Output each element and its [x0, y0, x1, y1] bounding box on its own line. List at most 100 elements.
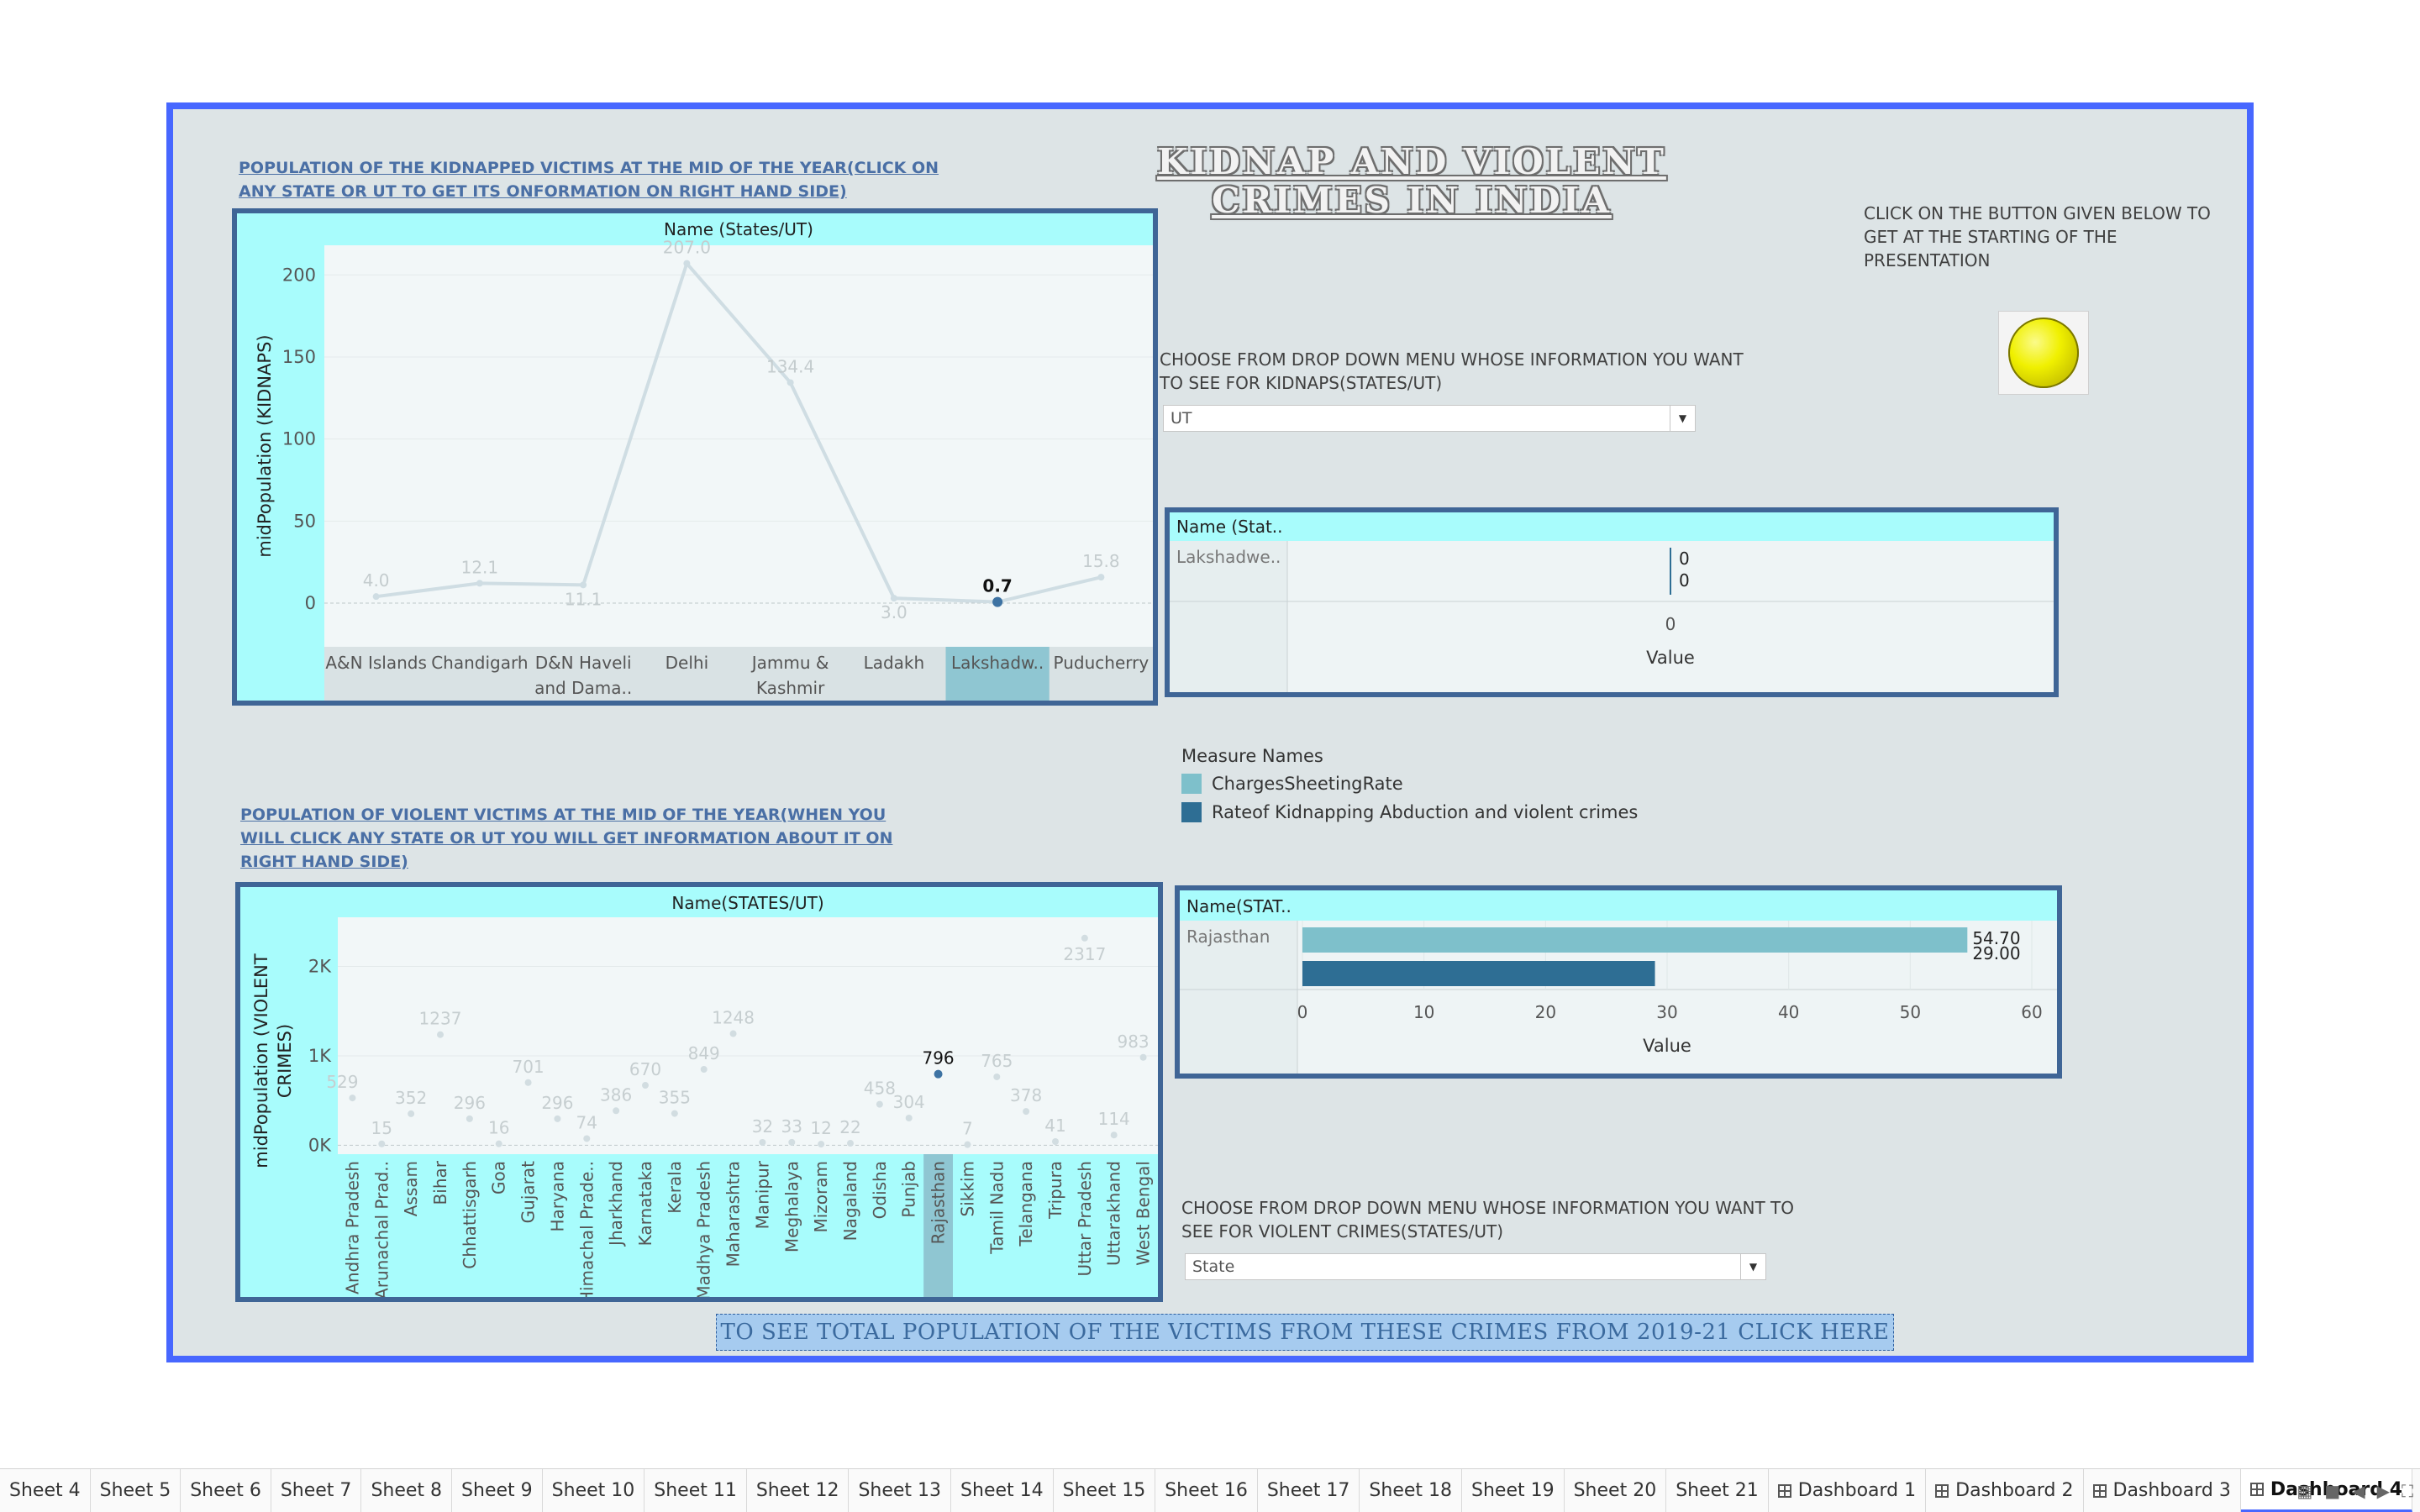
data-point: [671, 1110, 678, 1117]
sheet-tab[interactable]: Dashboard 1: [1769, 1469, 1927, 1512]
violent-detail-bar-chart[interactable]: Name(STAT..Rajasthan0 10 20 30 40 50 6054.7029…: [1180, 890, 2057, 1074]
fullscreen-icon[interactable]: ⛶: [2402, 1481, 2413, 1501]
sheet-tab-label: Sheet 12: [755, 1480, 839, 1501]
start-button[interactable]: [1998, 311, 2089, 395]
bar: [1302, 961, 1655, 986]
x-tick-label: 40: [1778, 1002, 1799, 1022]
data-label: 458: [864, 1079, 896, 1099]
chevron-down-icon[interactable]: ▼: [1670, 406, 1695, 431]
violent-detail-panel: Name(STAT.. Rajasthan 0 10 20 30 40 50 60 54.70 29…: [1175, 885, 2062, 1079]
row-label: Lakshadwe..: [1176, 547, 1281, 567]
data-point: [613, 1107, 620, 1115]
legend-item[interactable]: Rateof Kidnapping Abduction and violent …: [1181, 798, 1719, 827]
x-tick-label: A&N Islands: [325, 653, 427, 673]
data-point: [580, 581, 587, 589]
data-point: [683, 260, 691, 267]
y-tick-label: 2K: [308, 957, 332, 977]
sheet-tab[interactable]: Dashboard 2: [1926, 1469, 2084, 1512]
sheet-tab[interactable]: Sheet 6: [181, 1469, 271, 1512]
legend-item[interactable]: ChargesSheetingRate: [1181, 769, 1719, 798]
chart-title: Name(STATES/UT): [671, 893, 823, 913]
sheet-tab-label: Sheet 5: [99, 1480, 171, 1501]
sheet-tab[interactable]: Sheet 7: [271, 1469, 362, 1512]
sheet-tab-label: Sheet 13: [858, 1480, 942, 1501]
sheet-tab[interactable]: Sheet 14: [951, 1469, 1054, 1512]
data-label: 22: [839, 1117, 860, 1137]
x-tick-label: Puducherry: [1054, 653, 1150, 673]
x-tick-label: Jammu &: [750, 653, 829, 673]
row-label: Rajasthan: [1186, 927, 1270, 947]
data-label: 16: [488, 1118, 509, 1138]
x-tick-label: Madhya Pradesh: [694, 1161, 714, 1297]
sheet-tab[interactable]: Sheet 15: [1054, 1469, 1156, 1512]
data-label: 296: [454, 1093, 486, 1113]
sheet-tab[interactable]: Sheet 16: [1155, 1469, 1258, 1512]
legend-label: Rateof Kidnapping Abduction and violent …: [1212, 802, 1639, 822]
y-axis-label: CRIMES): [275, 1024, 295, 1098]
data-label: 378: [1010, 1085, 1042, 1105]
x-tick-label: Meghalaya: [781, 1161, 802, 1252]
sheet-tab[interactable]: Sheet 4: [0, 1469, 91, 1512]
chevron-down-icon[interactable]: ▼: [1740, 1254, 1765, 1279]
bar-value-label: 0: [1679, 549, 1690, 569]
violent-scatter-chart-panel: Name(STATES/UT) midPopulation (VIOLENT CRI…: [235, 882, 1163, 1302]
sheet-tab[interactable]: Sheet 5: [91, 1469, 182, 1512]
kidnap-line-chart[interactable]: Name (States/UT) midPopulation (KIDNAPS) 0…: [237, 213, 1153, 701]
legend-swatch: [1181, 802, 1202, 822]
data-label: 701: [512, 1057, 544, 1077]
kidnap-detail-bar-chart[interactable]: Name (Stat..Lakshadwe.. 000Value: [1170, 512, 2054, 692]
violent-dropdown-label: CHOOSE FROM DROP DOWN MENU WHOSE INFORMA…: [1181, 1198, 1795, 1242]
violent-chart-caption[interactable]: POPULATION OF VIOLENT VICTIMS AT THE MID…: [240, 803, 929, 874]
sheet-tab[interactable]: Sheet 11: [644, 1469, 747, 1512]
dashboard-icon: [2092, 1483, 2107, 1498]
x-tick-label: 0: [1297, 1002, 1308, 1022]
sheet-tab[interactable]: Sheet 8: [361, 1469, 453, 1512]
sheet-tab[interactable]: Sheet 9: [452, 1469, 543, 1512]
x-tick-label: Tamil Nadu: [986, 1161, 1007, 1255]
sheet-tab[interactable]: Sheet 19: [1462, 1469, 1565, 1512]
violent-scatter-chart[interactable]: Name(STATES/UT) midPopulation (VIOLENT CRI…: [240, 887, 1158, 1297]
sheet-tab[interactable]: Sheet 21: [1666, 1469, 1769, 1512]
sheet-tab[interactable]: Sheet 17: [1258, 1469, 1360, 1512]
data-label: 296: [541, 1093, 573, 1113]
x-tick-label: Bihar: [430, 1160, 450, 1205]
sheet-tab[interactable]: Sheet 10: [543, 1469, 645, 1512]
sheet-tab-label: Sheet 8: [371, 1480, 443, 1501]
y-tick-label: 150: [282, 347, 316, 367]
data-label: 12: [810, 1118, 831, 1138]
x-tick-label: Assam: [401, 1161, 421, 1216]
next-sheet-icon[interactable]: ▶: [2377, 1481, 2390, 1501]
total-population-button[interactable]: TO SEE TOTAL POPULATION OF THE VICTIMS F…: [716, 1314, 1894, 1351]
sheet-tab[interactable]: Sheet 18: [1360, 1469, 1462, 1512]
sheet-tab[interactable]: Sheet 12: [747, 1469, 850, 1512]
kidnap-dropdown-value: UT: [1171, 409, 1192, 428]
dashboard-icon: [1777, 1483, 1791, 1498]
sheet-tab[interactable]: Sheet 13: [849, 1469, 952, 1512]
sheet-tab-label: Sheet 7: [280, 1480, 352, 1501]
data-label: 529: [326, 1072, 358, 1092]
data-point: [1081, 934, 1088, 942]
violent-state-dropdown[interactable]: State ▼: [1185, 1253, 1766, 1280]
x-tick-label: Andhra Pradesh: [342, 1161, 362, 1294]
sheet-tab[interactable]: Dashboard 3: [2084, 1469, 2241, 1512]
data-label: 114: [1098, 1109, 1130, 1129]
y-axis-label: midPopulation (KIDNAPS): [255, 334, 275, 557]
x-axis-label: Value: [1646, 648, 1695, 668]
sheet-tab-label: Sheet 19: [1471, 1480, 1555, 1501]
data-point: [788, 1138, 796, 1146]
prev-sheet-icon[interactable]: ◀: [2352, 1481, 2365, 1501]
kidnap-chart-caption[interactable]: POPULATION OF THE KIDNAPPED VICTIMS AT T…: [239, 156, 961, 203]
data-point: [372, 593, 380, 601]
data-point: [890, 595, 897, 602]
dashboard-icon: [1935, 1483, 1949, 1498]
sheet-tab-label: Sheet 16: [1165, 1480, 1248, 1501]
x-tick-label: Kashmir: [756, 678, 825, 698]
grid-view-icon[interactable]: ▦: [2296, 1481, 2312, 1501]
data-label: 1248: [712, 1008, 755, 1028]
kidnap-state-dropdown[interactable]: UT ▼: [1163, 405, 1696, 432]
filmstrip-icon[interactable]: ■: [2324, 1481, 2340, 1501]
y-tick-label: 0K: [308, 1135, 332, 1155]
x-tick-label: and Dama..: [534, 678, 632, 698]
sheet-tab[interactable]: Sheet 20: [1565, 1469, 1667, 1512]
data-label: 4.0: [363, 570, 390, 591]
